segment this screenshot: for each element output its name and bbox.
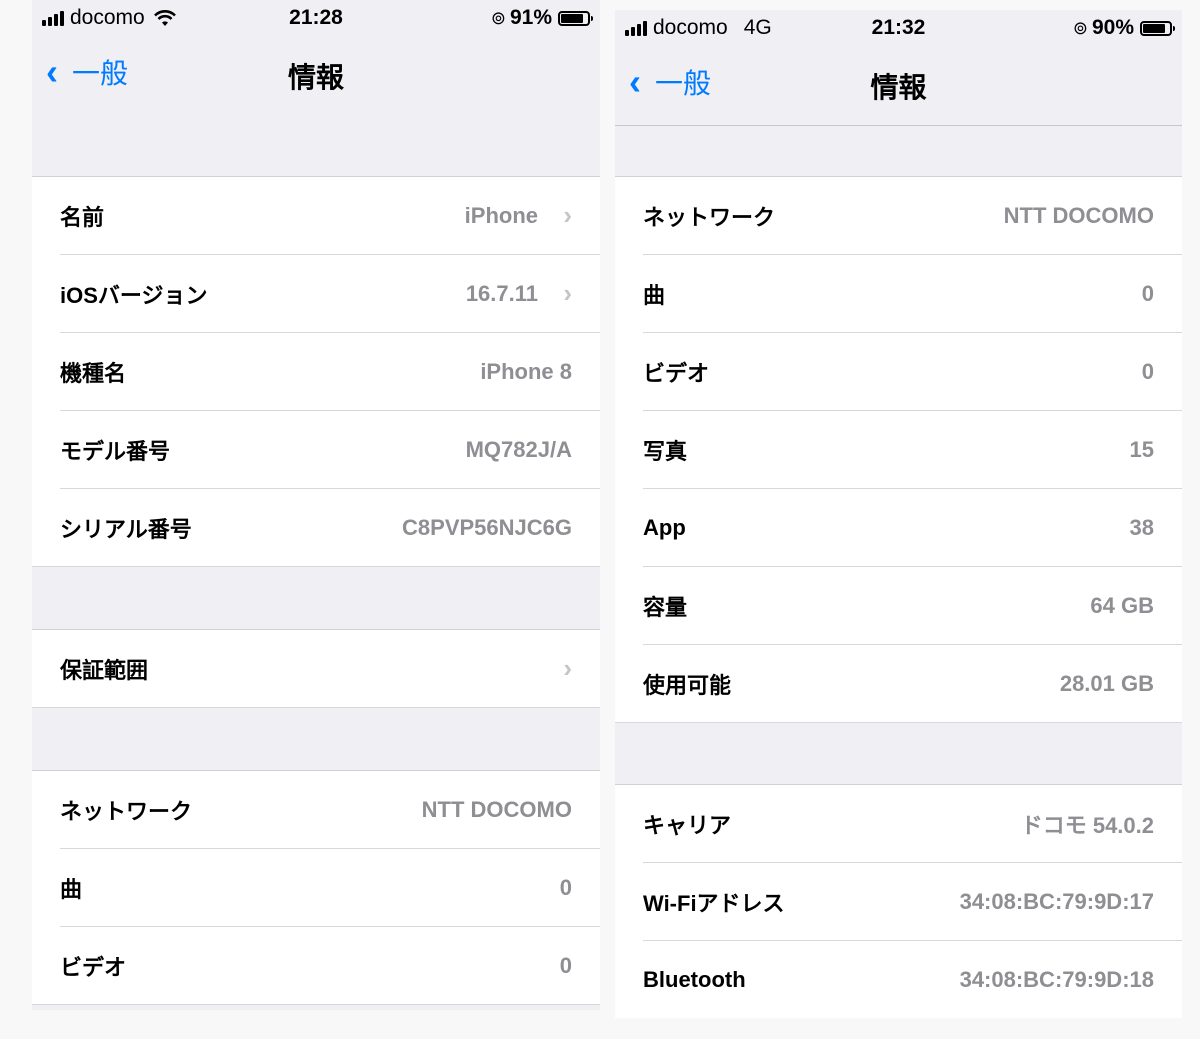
left-screenshot: docomo 21:28 ⊚ 91% ‹ 一般 情報 名前 iPhone › iOSバ… bbox=[32, 0, 600, 1010]
battery-percent: 91% bbox=[509, 6, 552, 29]
list-item: Bluetooth 34:08:BC:79:9D:18 bbox=[615, 941, 1182, 1018]
list-item[interactable]: iOSバージョン 16.7.11 › bbox=[32, 255, 600, 333]
row-value: 16.7.11 bbox=[465, 281, 538, 306]
row-label: 容量 bbox=[643, 595, 688, 620]
row-label: キャリア bbox=[643, 813, 732, 838]
row-value: ドコモ 54.0.2 bbox=[1020, 813, 1154, 838]
orientation-lock-icon: ⊚ bbox=[1072, 17, 1088, 38]
chevron-right-icon: › bbox=[563, 652, 572, 683]
row-value: iPhone bbox=[464, 203, 538, 228]
status-bar: docomo 4G 21:32 ⊚ 90% bbox=[615, 10, 1182, 48]
row-label: シリアル番号 bbox=[60, 517, 192, 542]
row-label: 曲 bbox=[643, 283, 666, 308]
chevron-right-icon: › bbox=[563, 277, 572, 308]
row-value: 34:08:BC:79:9D:18 bbox=[959, 967, 1154, 992]
list-item: Wi-Fiアドレス 34:08:BC:79:9D:17 bbox=[615, 863, 1182, 941]
carrier-info-group: キャリア ドコモ 54.0.2 Wi-Fiアドレス 34:08:BC:79:9D:17… bbox=[615, 784, 1182, 1018]
row-value: 64 GB bbox=[1090, 593, 1154, 618]
row-value: 0 bbox=[559, 953, 572, 978]
right-screenshot: docomo 4G 21:32 ⊚ 90% ‹ 一般 情報 ネットワーク NTT … bbox=[615, 10, 1182, 1018]
list-item: ビデオ 0 bbox=[32, 927, 600, 1005]
list-item[interactable]: 名前 iPhone › bbox=[32, 177, 600, 255]
list-item[interactable]: 保証範囲 › bbox=[32, 630, 600, 708]
row-value: 28.01 GB bbox=[1059, 671, 1154, 696]
row-value: 0 bbox=[1141, 359, 1154, 384]
battery-icon bbox=[1140, 20, 1175, 36]
device-info-group: 名前 iPhone › iOSバージョン 16.7.11 › 機種名 iPhone 8 モデル番… bbox=[32, 176, 600, 567]
row-label: Bluetooth bbox=[643, 967, 746, 992]
row-value: 0 bbox=[559, 875, 572, 900]
list-item: シリアル番号 C8PVP56NJC6G bbox=[32, 489, 600, 567]
chevron-right-icon: › bbox=[563, 199, 572, 230]
row-label: ネットワーク bbox=[643, 205, 776, 230]
navigation-bar: ‹ 一般 情報 bbox=[32, 38, 600, 115]
row-label: 曲 bbox=[60, 877, 83, 902]
list-item: 機種名 iPhone 8 bbox=[32, 333, 600, 411]
row-value: C8PVP56NJC6G bbox=[402, 515, 572, 540]
row-label: Wi-Fiアドレス bbox=[643, 891, 785, 916]
row-label: 機種名 bbox=[60, 361, 127, 386]
page-title: 情報 bbox=[870, 72, 927, 103]
warranty-group: 保証範囲 › bbox=[32, 629, 600, 708]
row-divider bbox=[32, 1004, 600, 1005]
row-label: 使用可能 bbox=[643, 673, 732, 698]
list-item: ネットワーク NTT DOCOMO bbox=[32, 771, 600, 849]
row-label: ビデオ bbox=[643, 361, 710, 386]
row-value: MQ782J/A bbox=[465, 437, 572, 462]
status-bar: docomo 21:28 ⊚ 91% bbox=[32, 0, 600, 38]
row-value: 0 bbox=[1141, 281, 1154, 306]
row-divider bbox=[32, 566, 600, 567]
list-item: ネットワーク NTT DOCOMO bbox=[615, 177, 1182, 255]
orientation-lock-icon: ⊚ bbox=[490, 7, 506, 28]
list-item: App 38 bbox=[615, 489, 1182, 567]
list-item: 使用可能 28.01 GB bbox=[615, 645, 1182, 723]
row-divider bbox=[615, 722, 1182, 723]
row-value: 15 bbox=[1129, 437, 1154, 462]
list-item: 曲0 bbox=[615, 255, 1182, 333]
usage-info-group: ネットワーク NTT DOCOMO 曲 0 ビデオ 0 写真 15 App 38 容量 64 GB 使用… bbox=[615, 176, 1182, 723]
row-value: NTT DOCOMO bbox=[421, 797, 572, 822]
network-group: ネットワーク NTT DOCOMO 曲 0 ビデオ 0 bbox=[32, 770, 600, 1005]
navigation-bar: ‹ 一般 情報 bbox=[615, 48, 1182, 125]
row-label: 名前 bbox=[60, 205, 105, 230]
list-item: キャリア ドコモ 54.0.2 bbox=[615, 785, 1182, 863]
row-label: App bbox=[643, 515, 686, 540]
row-divider bbox=[32, 707, 600, 708]
row-label: 写真 bbox=[643, 439, 688, 464]
battery-icon bbox=[558, 10, 593, 26]
row-label: iOSバージョン bbox=[60, 283, 208, 308]
row-value: 34:08:BC:79:9D:17 bbox=[959, 889, 1154, 914]
navbar-divider bbox=[615, 125, 1182, 126]
list-item: モデル番号 MQ782J/A bbox=[32, 411, 600, 489]
battery-percent: 90% bbox=[1091, 16, 1134, 39]
row-label: ビデオ bbox=[60, 955, 127, 980]
page-title: 情報 bbox=[287, 62, 344, 93]
row-label: ネットワーク bbox=[60, 799, 193, 824]
list-item: 曲0 bbox=[32, 849, 600, 927]
row-label: モデル番号 bbox=[60, 439, 171, 464]
list-item: 容量 64 GB bbox=[615, 567, 1182, 645]
row-value: iPhone 8 bbox=[480, 359, 572, 384]
list-item: ビデオ 0 bbox=[615, 333, 1182, 411]
list-item: 写真 15 bbox=[615, 411, 1182, 489]
row-label: 保証範囲 bbox=[60, 658, 149, 683]
row-value: 38 bbox=[1129, 515, 1154, 540]
row-value: NTT DOCOMO bbox=[1003, 203, 1154, 228]
